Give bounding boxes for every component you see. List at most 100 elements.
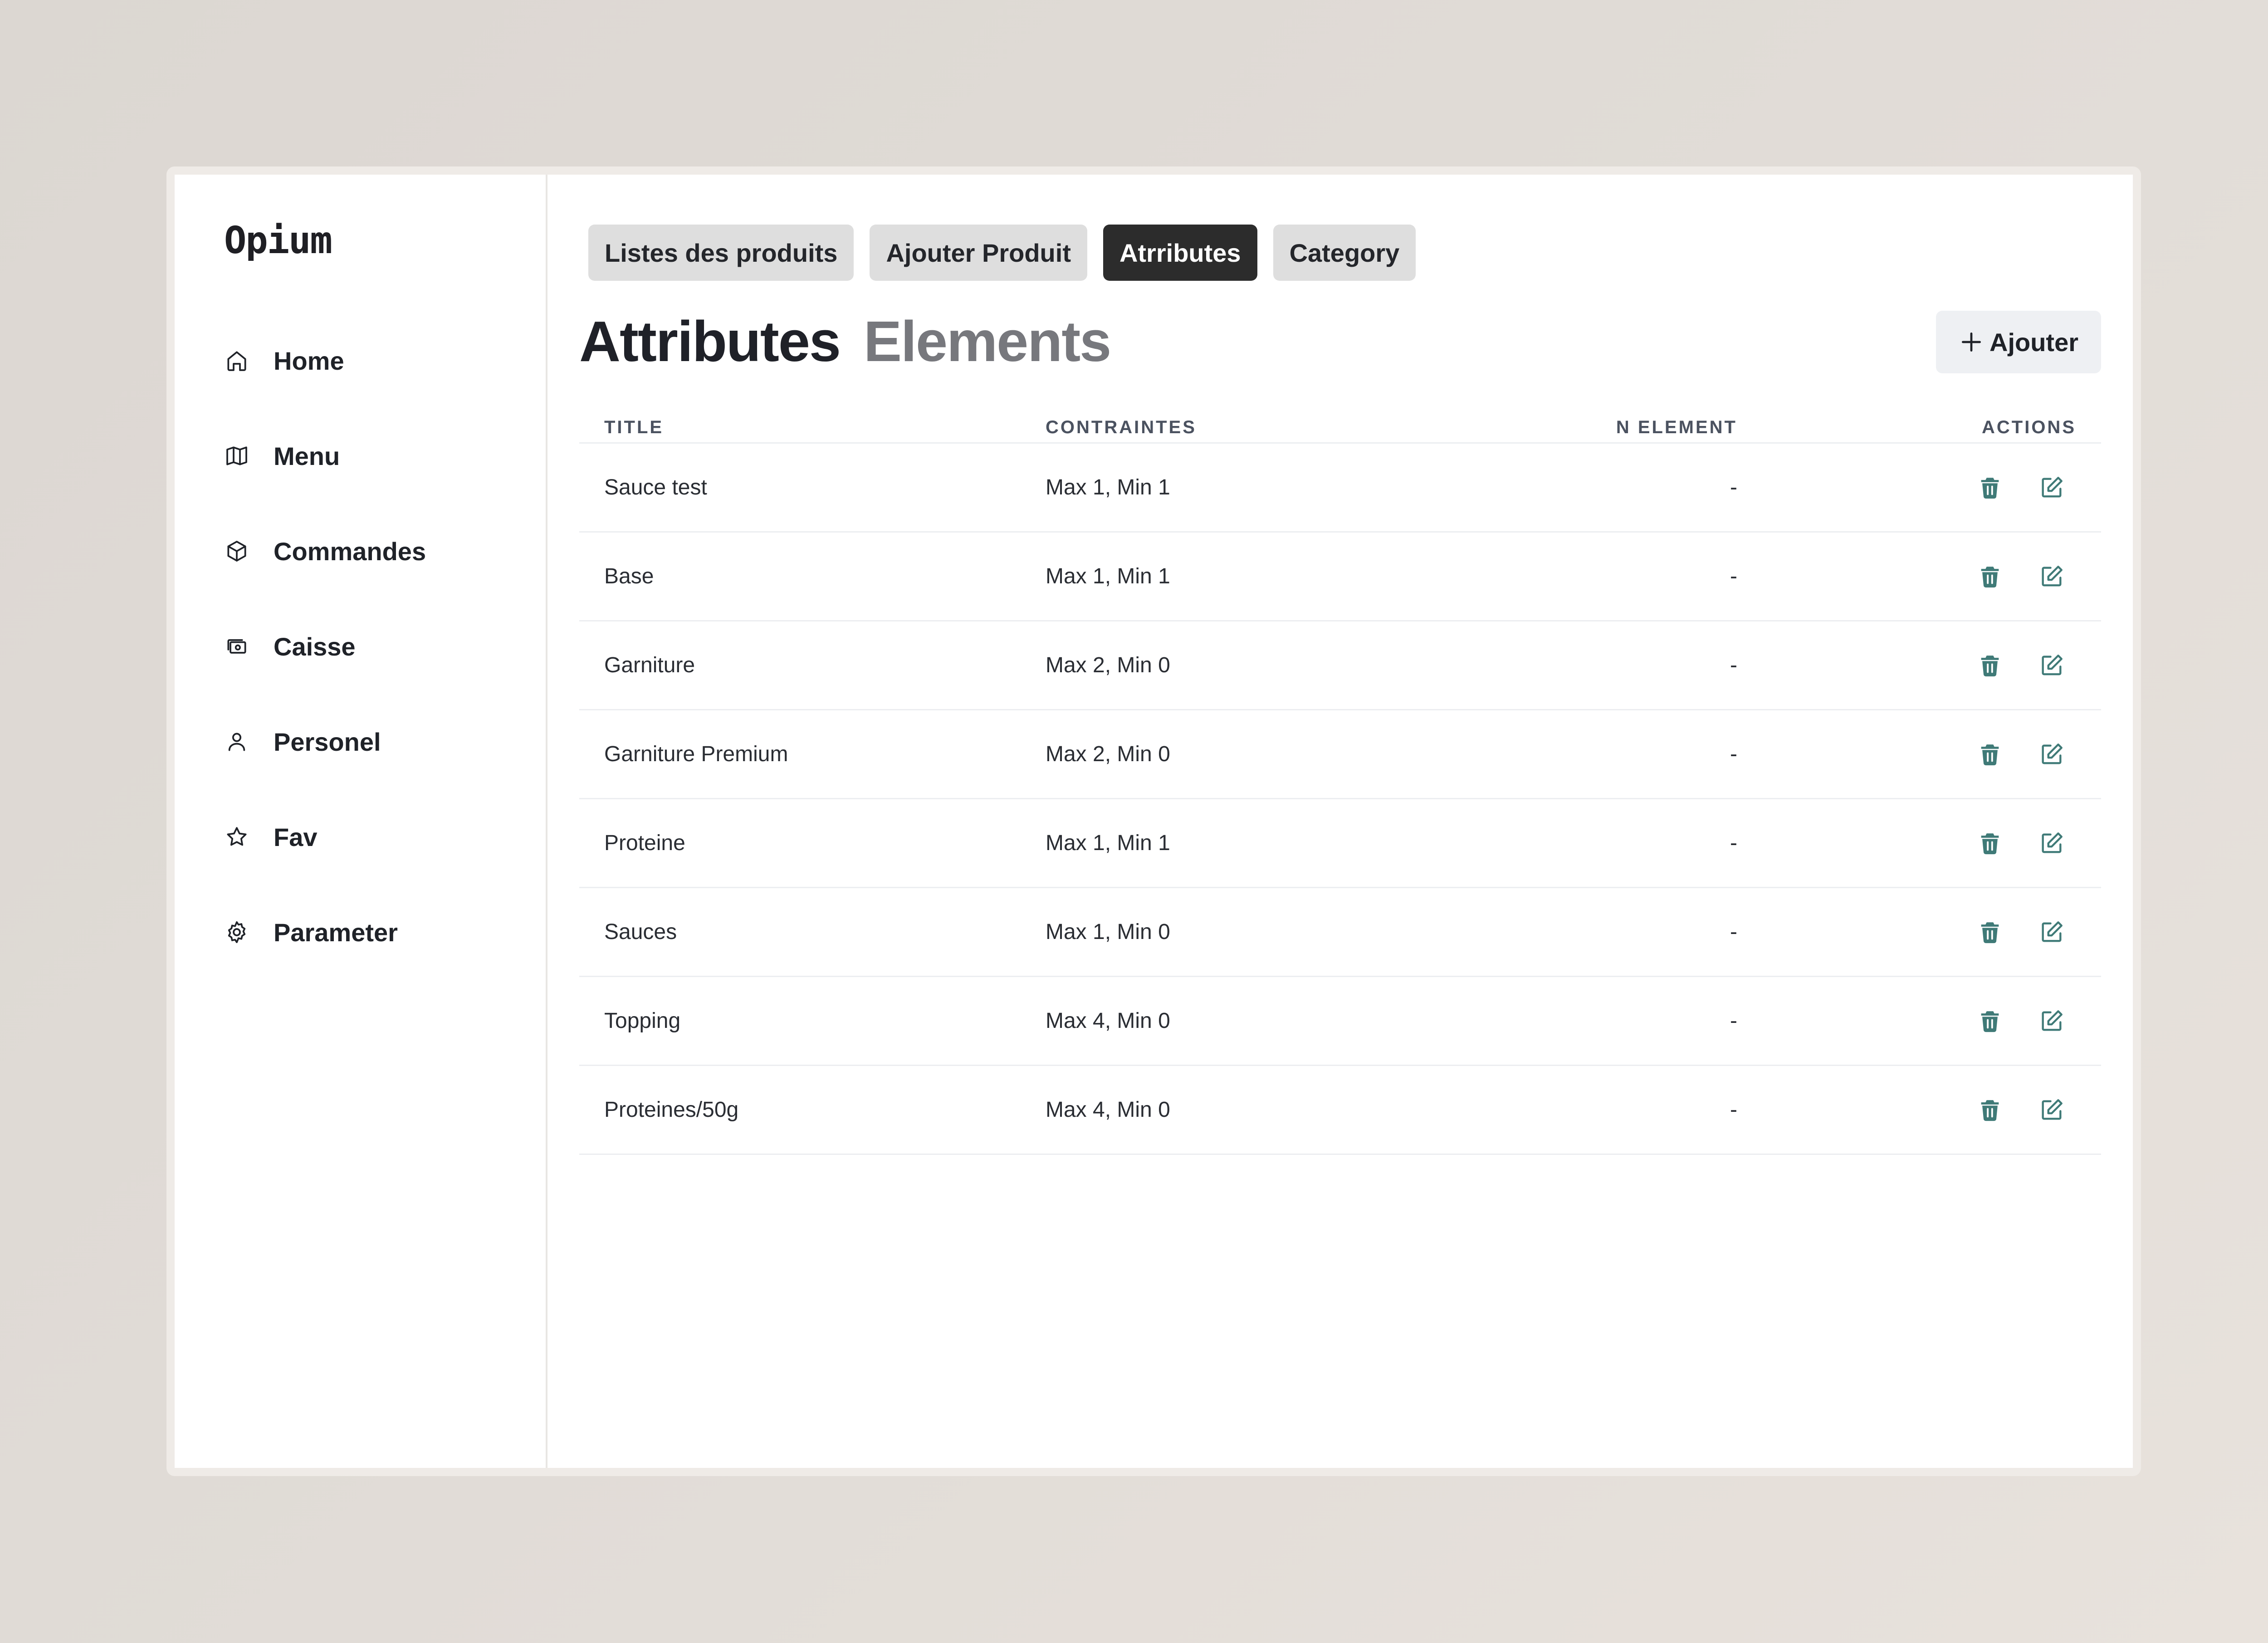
column-header-actions: ACTIONS — [1982, 417, 2076, 437]
edit-icon[interactable] — [2038, 652, 2065, 679]
sidebar-item-label: Fav — [274, 822, 318, 851]
tab-ajouter-produit[interactable]: Ajouter Produit — [870, 225, 1087, 281]
trash-icon[interactable] — [1977, 919, 2003, 945]
cell-title: Garniture Premium — [604, 742, 788, 766]
cell-contraintes: Max 1, Min 1 — [1046, 831, 1170, 855]
table-row: Base Max 1, Min 1 - — [579, 533, 2101, 621]
edit-icon[interactable] — [2038, 1097, 2065, 1123]
table-row: Sauces Max 1, Min 0 - — [579, 888, 2101, 977]
sidebar-item-label: Home — [274, 346, 344, 375]
edit-icon[interactable] — [2038, 474, 2065, 501]
sidebar-item-personel[interactable]: Personel — [224, 717, 426, 767]
cell-contraintes: Max 4, Min 0 — [1046, 1009, 1170, 1033]
table-row: Garniture Premium Max 2, Min 0 - — [579, 710, 2101, 799]
cell-contraintes: Max 2, Min 0 — [1046, 742, 1170, 766]
star-icon — [224, 824, 249, 850]
cell-actions — [1737, 563, 2101, 590]
cell-title: Garniture — [604, 653, 695, 677]
cell-actions — [1737, 474, 2101, 501]
sidebar-item-menu[interactable]: Menu — [224, 431, 426, 481]
add-button-label: Ajouter — [1989, 328, 2078, 357]
trash-icon[interactable] — [1977, 563, 2003, 590]
cube-icon — [224, 538, 249, 564]
user-icon — [224, 729, 249, 754]
tab-category[interactable]: Category — [1273, 225, 1416, 281]
column-header-title: TITLE — [604, 417, 664, 437]
column-header-n-element: N ELEMENT — [1616, 417, 1737, 437]
sidebar-item-label: Menu — [274, 441, 340, 470]
cell-actions — [1737, 741, 2101, 768]
edit-icon[interactable] — [2038, 741, 2065, 768]
plus-icon — [1959, 329, 1989, 355]
table-row: Proteine Max 1, Min 1 - — [579, 799, 2101, 888]
column-header-contraintes: CONTRAINTES — [1046, 417, 1197, 437]
sidebar-item-label: Commandes — [274, 537, 426, 566]
app-window: Opium Home Menu Commandes Caisse Persone… — [175, 175, 2133, 1468]
attributes-table: TITLE CONTRAINTES N ELEMENT ACTIONS Sauc… — [579, 412, 2101, 1155]
cell-title: Base — [604, 564, 654, 588]
table-row: Sauce test Max 1, Min 1 - — [579, 444, 2101, 533]
sidebar-item-commandes[interactable]: Commandes — [224, 526, 426, 576]
table-header: TITLE CONTRAINTES N ELEMENT ACTIONS — [579, 412, 2101, 444]
cell-title: Proteine — [604, 831, 685, 855]
cell-actions — [1737, 830, 2101, 856]
sidebar-item-caisse[interactable]: Caisse — [224, 621, 426, 671]
cell-n-element: - — [1730, 564, 1737, 588]
edit-icon[interactable] — [2038, 563, 2065, 590]
add-button[interactable]: Ajouter — [1936, 311, 2101, 373]
cell-n-element: - — [1730, 1009, 1737, 1033]
app-logo: Opium — [224, 219, 332, 262]
table-row: Proteines/50g Max 4, Min 0 - — [579, 1066, 2101, 1155]
sidebar-item-label: Caisse — [274, 632, 356, 661]
home-icon — [224, 348, 249, 373]
sidebar: Opium Home Menu Commandes Caisse Persone… — [175, 175, 547, 1468]
cell-contraintes: Max 1, Min 1 — [1046, 564, 1170, 588]
cell-contraintes: Max 2, Min 0 — [1046, 653, 1170, 677]
cell-n-element: - — [1730, 831, 1737, 855]
tab-bar: Listes des produits Ajouter Produit Atrr… — [588, 225, 1416, 281]
cell-actions — [1737, 1097, 2101, 1123]
trash-icon[interactable] — [1977, 741, 2003, 768]
trash-icon[interactable] — [1977, 474, 2003, 501]
cell-title: Sauces — [604, 920, 677, 944]
main-content: Listes des produits Ajouter Produit Atrr… — [547, 175, 2133, 1468]
edit-icon[interactable] — [2038, 1008, 2065, 1034]
page-title: Attributes — [579, 309, 841, 373]
cell-actions — [1737, 652, 2101, 679]
gear-icon — [224, 919, 249, 945]
page-heading: Attributes Elements — [579, 308, 1111, 374]
cell-n-element: - — [1730, 742, 1737, 766]
tab-listes-des-produits[interactable]: Listes des produits — [588, 225, 854, 281]
sidebar-nav: Home Menu Commandes Caisse Personel Fav … — [224, 336, 426, 1002]
sidebar-item-fav[interactable]: Fav — [224, 812, 426, 862]
cash-icon — [224, 634, 249, 659]
app-frame: Opium Home Menu Commandes Caisse Persone… — [166, 166, 2141, 1476]
table-row: Topping Max 4, Min 0 - — [579, 977, 2101, 1066]
elements-toggle[interactable]: Elements — [864, 308, 1111, 374]
cell-n-element: - — [1730, 920, 1737, 944]
tab-atrributes[interactable]: Atrributes — [1103, 225, 1257, 281]
trash-icon[interactable] — [1977, 830, 2003, 856]
cell-title: Topping — [604, 1009, 681, 1033]
trash-icon[interactable] — [1977, 1097, 2003, 1123]
cell-n-element: - — [1730, 475, 1737, 499]
cell-title: Sauce test — [604, 475, 707, 499]
trash-icon[interactable] — [1977, 652, 2003, 679]
sidebar-item-home[interactable]: Home — [224, 336, 426, 386]
cell-contraintes: Max 1, Min 0 — [1046, 920, 1170, 944]
cell-n-element: - — [1730, 653, 1737, 677]
edit-icon[interactable] — [2038, 919, 2065, 945]
edit-icon[interactable] — [2038, 830, 2065, 856]
map-icon — [224, 443, 249, 469]
cell-contraintes: Max 1, Min 1 — [1046, 475, 1170, 499]
sidebar-item-label: Personel — [274, 727, 381, 756]
cell-actions — [1737, 919, 2101, 945]
cell-contraintes: Max 4, Min 0 — [1046, 1098, 1170, 1122]
cell-n-element: - — [1730, 1098, 1737, 1122]
sidebar-item-parameter[interactable]: Parameter — [224, 907, 426, 957]
cell-title: Proteines/50g — [604, 1098, 739, 1122]
trash-icon[interactable] — [1977, 1008, 2003, 1034]
cell-actions — [1737, 1008, 2101, 1034]
table-row: Garniture Max 2, Min 0 - — [579, 621, 2101, 710]
sidebar-item-label: Parameter — [274, 918, 398, 947]
